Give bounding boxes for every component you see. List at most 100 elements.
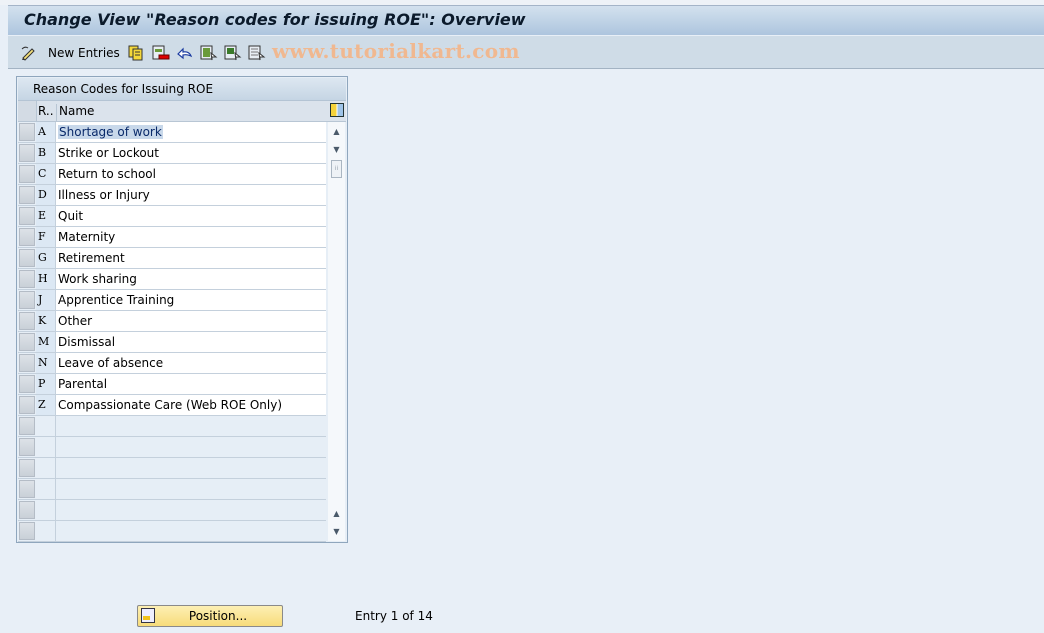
- empty-table-row[interactable]: [18, 437, 326, 458]
- row-select-button[interactable]: [19, 249, 35, 267]
- row-code-cell[interactable]: [36, 437, 55, 457]
- column-header-code[interactable]: R..: [38, 104, 54, 118]
- row-name-cell[interactable]: Dismissal: [55, 332, 326, 352]
- row-code-cell[interactable]: D: [36, 185, 55, 205]
- row-select-button[interactable]: [19, 186, 35, 204]
- delete-icon[interactable]: [152, 44, 170, 62]
- scroll-page-down-icon[interactable]: ▼: [329, 523, 344, 539]
- scroll-thumb[interactable]: ⁞⁞: [331, 160, 342, 178]
- row-code-cell[interactable]: C: [36, 164, 55, 184]
- undo-icon[interactable]: [176, 44, 194, 62]
- row-select-button[interactable]: [19, 144, 35, 162]
- row-code-cell[interactable]: H: [36, 269, 55, 289]
- empty-table-row[interactable]: [18, 416, 326, 437]
- row-select-button[interactable]: [19, 459, 35, 477]
- row-name-cell[interactable]: [55, 437, 326, 457]
- row-select-button[interactable]: [19, 522, 35, 540]
- position-button[interactable]: Position...: [137, 605, 283, 627]
- row-code-cell[interactable]: A: [36, 122, 55, 142]
- empty-table-row[interactable]: [18, 479, 326, 500]
- scroll-up-icon[interactable]: ▲: [329, 123, 344, 139]
- row-select-button[interactable]: [19, 207, 35, 225]
- table-row[interactable]: F Maternity: [18, 227, 326, 248]
- table-row[interactable]: M Dismissal: [18, 332, 326, 353]
- row-select-button[interactable]: [19, 228, 35, 246]
- copy-icon[interactable]: [128, 44, 144, 62]
- row-select-button[interactable]: [19, 123, 35, 141]
- row-name-cell[interactable]: Other: [55, 311, 326, 331]
- row-name-cell[interactable]: Shortage of work: [55, 122, 326, 142]
- row-code-cell[interactable]: [36, 416, 55, 436]
- table-row[interactable]: G Retirement: [18, 248, 326, 269]
- row-code-cell[interactable]: E: [36, 206, 55, 226]
- row-code-cell[interactable]: J: [36, 290, 55, 310]
- row-code-cell[interactable]: [36, 479, 55, 499]
- table-row[interactable]: D Illness or Injury: [18, 185, 326, 206]
- row-name-cell[interactable]: Maternity: [55, 227, 326, 247]
- column-header-name[interactable]: Name: [56, 104, 94, 121]
- table-row[interactable]: P Parental: [18, 374, 326, 395]
- table-row[interactable]: A Shortage of work: [18, 122, 326, 143]
- table-row[interactable]: E Quit: [18, 206, 326, 227]
- table-row[interactable]: Z Compassionate Care (Web ROE Only): [18, 395, 326, 416]
- row-name-cell[interactable]: Return to school: [55, 164, 326, 184]
- deselect-all-icon[interactable]: [248, 44, 266, 62]
- row-name-cell[interactable]: [55, 479, 326, 499]
- row-name-cell[interactable]: Apprentice Training: [55, 290, 326, 310]
- row-code-cell[interactable]: G: [36, 248, 55, 268]
- row-code-cell[interactable]: F: [36, 227, 55, 247]
- row-select-button[interactable]: [19, 312, 35, 330]
- table-row[interactable]: B Strike or Lockout: [18, 143, 326, 164]
- vertical-scrollbar[interactable]: ▲ ▼ ⁞⁞ ▲ ▼: [328, 122, 345, 541]
- select-all-icon[interactable]: [200, 44, 218, 62]
- scroll-down-icon[interactable]: ▼: [329, 141, 344, 157]
- row-name-cell[interactable]: [55, 458, 326, 478]
- row-select-button[interactable]: [19, 480, 35, 498]
- row-code-cell[interactable]: N: [36, 353, 55, 373]
- row-code-cell[interactable]: [36, 500, 55, 520]
- table-settings-icon[interactable]: [330, 103, 344, 117]
- row-code-cell[interactable]: [36, 521, 55, 541]
- row-name-cell[interactable]: [55, 416, 326, 436]
- empty-table-row[interactable]: [18, 500, 326, 521]
- row-code-cell[interactable]: P: [36, 374, 55, 394]
- row-select-button[interactable]: [19, 438, 35, 456]
- select-all-rows-button[interactable]: [18, 101, 37, 121]
- row-select-button[interactable]: [19, 501, 35, 519]
- row-name-cell[interactable]: [55, 521, 326, 541]
- row-select-button[interactable]: [19, 270, 35, 288]
- row-name-cell[interactable]: Quit: [55, 206, 326, 226]
- row-name-cell[interactable]: Retirement: [55, 248, 326, 268]
- row-code-cell[interactable]: M: [36, 332, 55, 352]
- row-select-button[interactable]: [19, 396, 35, 414]
- row-select-button[interactable]: [19, 375, 35, 393]
- row-name-cell[interactable]: Compassionate Care (Web ROE Only): [55, 395, 326, 415]
- edit-pencil-icon[interactable]: [20, 44, 38, 62]
- table-row[interactable]: J Apprentice Training: [18, 290, 326, 311]
- row-select-button[interactable]: [19, 417, 35, 435]
- selected-text[interactable]: Shortage of work: [58, 125, 163, 139]
- row-name-cell[interactable]: Illness or Injury: [55, 185, 326, 205]
- table-row[interactable]: K Other: [18, 311, 326, 332]
- row-select-button[interactable]: [19, 291, 35, 309]
- row-name-cell[interactable]: Leave of absence: [55, 353, 326, 373]
- row-select-button[interactable]: [19, 333, 35, 351]
- row-name-cell[interactable]: Work sharing: [55, 269, 326, 289]
- empty-table-row[interactable]: [18, 521, 326, 542]
- table-row[interactable]: C Return to school: [18, 164, 326, 185]
- row-code-cell[interactable]: [36, 458, 55, 478]
- row-select-button[interactable]: [19, 354, 35, 372]
- row-code-cell[interactable]: B: [36, 143, 55, 163]
- new-entries-button[interactable]: New Entries: [48, 44, 120, 62]
- table-row[interactable]: N Leave of absence: [18, 353, 326, 374]
- empty-table-row[interactable]: [18, 458, 326, 479]
- row-name-cell[interactable]: Strike or Lockout: [55, 143, 326, 163]
- row-name-cell[interactable]: [55, 500, 326, 520]
- row-name-cell[interactable]: Parental: [55, 374, 326, 394]
- select-block-icon[interactable]: [224, 44, 242, 62]
- row-code-cell[interactable]: K: [36, 311, 55, 331]
- table-row[interactable]: H Work sharing: [18, 269, 326, 290]
- scroll-page-up-icon[interactable]: ▲: [329, 505, 344, 521]
- row-select-button[interactable]: [19, 165, 35, 183]
- row-code-cell[interactable]: Z: [36, 395, 55, 415]
